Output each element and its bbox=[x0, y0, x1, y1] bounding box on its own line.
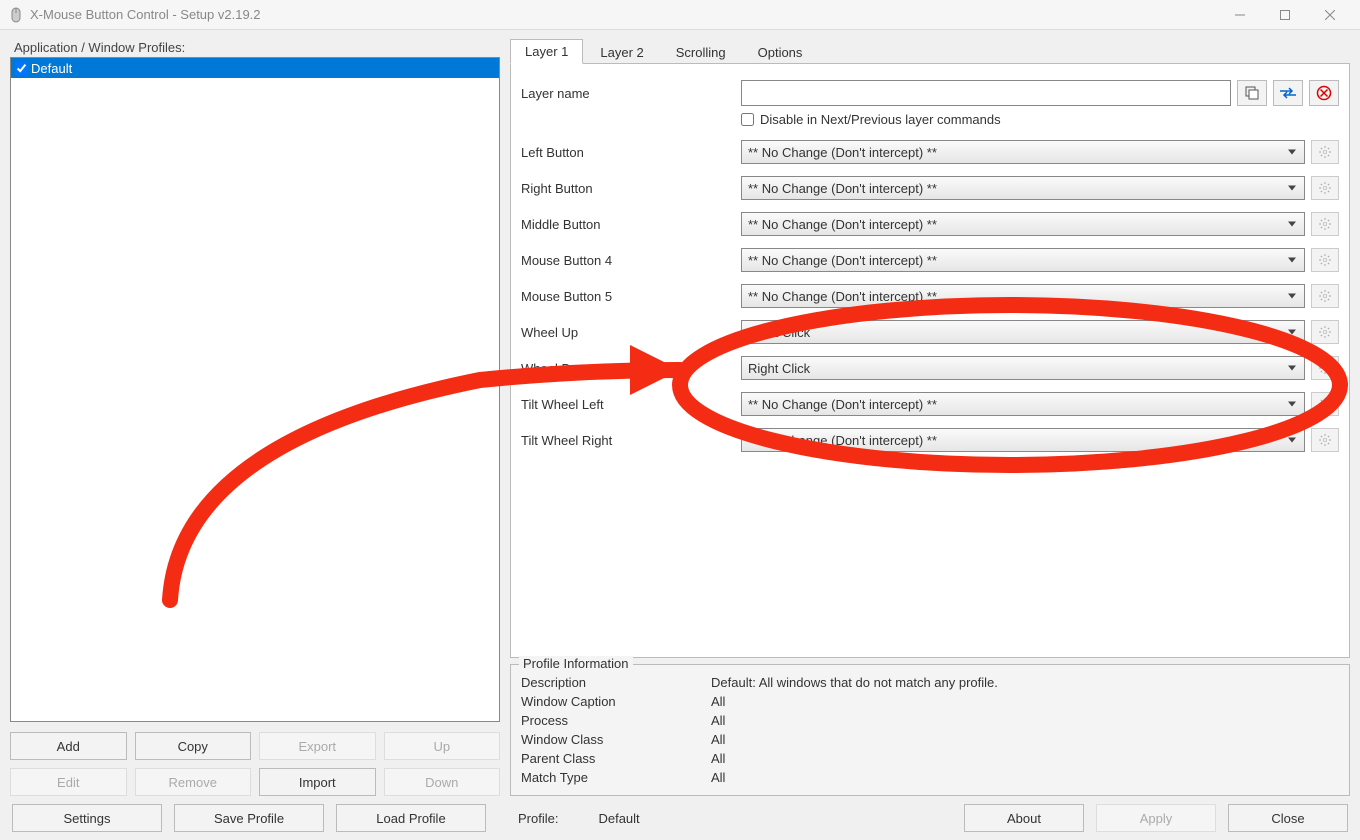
right-button-combo[interactable]: ** No Change (Don't intercept) ** bbox=[741, 176, 1305, 200]
pi-description-value: Default: All windows that do not match a… bbox=[711, 675, 1339, 690]
mb5-label: Mouse Button 5 bbox=[521, 289, 741, 304]
window-title: X-Mouse Button Control - Setup v2.19.2 bbox=[30, 7, 1217, 22]
profile-info-group: Profile Information DescriptionDefault: … bbox=[510, 664, 1350, 796]
swap-layer-button[interactable] bbox=[1273, 80, 1303, 106]
layer-name-input[interactable] bbox=[741, 80, 1231, 106]
left-button-label: Left Button bbox=[521, 145, 741, 160]
middle-button-gear[interactable] bbox=[1311, 212, 1339, 236]
middle-button-combo[interactable]: ** No Change (Don't intercept) ** bbox=[741, 212, 1305, 236]
up-button: Up bbox=[384, 732, 501, 760]
settings-button[interactable]: Settings bbox=[12, 804, 162, 832]
profile-item-label: Default bbox=[31, 61, 72, 76]
mb4-gear[interactable] bbox=[1311, 248, 1339, 272]
tilt-right-combo[interactable]: ** No Change (Don't intercept) ** bbox=[741, 428, 1305, 452]
mb4-combo[interactable]: ** No Change (Don't intercept) ** bbox=[741, 248, 1305, 272]
tabs-strip: Layer 1 Layer 2 Scrolling Options bbox=[510, 36, 1350, 64]
tilt-right-label: Tilt Wheel Right bbox=[521, 433, 741, 448]
pi-parent-value: All bbox=[711, 751, 1339, 766]
tilt-left-gear[interactable] bbox=[1311, 392, 1339, 416]
profiles-list[interactable]: Default bbox=[10, 57, 500, 722]
profile-item-checkbox[interactable] bbox=[15, 62, 28, 75]
right-button-label: Right Button bbox=[521, 181, 741, 196]
pi-caption-label: Window Caption bbox=[521, 694, 711, 709]
remove-button: Remove bbox=[135, 768, 252, 796]
profile-item-default[interactable]: Default bbox=[11, 58, 499, 78]
profile-info-title: Profile Information bbox=[519, 656, 633, 671]
disable-next-prev-checkbox[interactable] bbox=[741, 113, 754, 126]
export-button: Export bbox=[259, 732, 376, 760]
pi-class-value: All bbox=[711, 732, 1339, 747]
middle-button-label: Middle Button bbox=[521, 217, 741, 232]
title-bar: X-Mouse Button Control - Setup v2.19.2 bbox=[0, 0, 1360, 30]
tab-scrolling[interactable]: Scrolling bbox=[661, 40, 741, 64]
import-button[interactable]: Import bbox=[259, 768, 376, 796]
about-button[interactable]: About bbox=[964, 804, 1084, 832]
pi-process-label: Process bbox=[521, 713, 711, 728]
pi-description-label: Description bbox=[521, 675, 711, 690]
maximize-button[interactable] bbox=[1262, 0, 1307, 30]
load-profile-button[interactable]: Load Profile bbox=[336, 804, 486, 832]
disable-next-prev-label: Disable in Next/Previous layer commands bbox=[760, 112, 1001, 127]
copy-layer-button[interactable] bbox=[1237, 80, 1267, 106]
pi-process-value: All bbox=[711, 713, 1339, 728]
reset-layer-button[interactable] bbox=[1309, 80, 1339, 106]
pi-match-label: Match Type bbox=[521, 770, 711, 785]
bottom-bar: Settings Save Profile Load Profile Profi… bbox=[10, 796, 1350, 834]
mb4-label: Mouse Button 4 bbox=[521, 253, 741, 268]
wheel-up-label: Wheel Up bbox=[521, 325, 741, 340]
wheel-up-gear[interactable] bbox=[1311, 320, 1339, 344]
profiles-label: Application / Window Profiles: bbox=[10, 36, 500, 57]
pi-class-label: Window Class bbox=[521, 732, 711, 747]
tab-options[interactable]: Options bbox=[743, 40, 818, 64]
tilt-left-combo[interactable]: ** No Change (Don't intercept) ** bbox=[741, 392, 1305, 416]
tab-layer1[interactable]: Layer 1 bbox=[510, 39, 583, 64]
add-button[interactable]: Add bbox=[10, 732, 127, 760]
profile-label: Profile: bbox=[518, 811, 558, 826]
down-button: Down bbox=[384, 768, 501, 796]
mb5-combo[interactable]: ** No Change (Don't intercept) ** bbox=[741, 284, 1305, 308]
pi-match-value: All bbox=[711, 770, 1339, 785]
pi-parent-label: Parent Class bbox=[521, 751, 711, 766]
close-window-button[interactable] bbox=[1307, 0, 1352, 30]
right-button-gear[interactable] bbox=[1311, 176, 1339, 200]
profile-value: Default bbox=[598, 811, 639, 826]
layer-name-label: Layer name bbox=[521, 86, 741, 101]
mb5-gear[interactable] bbox=[1311, 284, 1339, 308]
wheel-up-combo[interactable]: Right Click bbox=[741, 320, 1305, 344]
app-icon bbox=[8, 7, 24, 23]
apply-button: Apply bbox=[1096, 804, 1216, 832]
copy-button[interactable]: Copy bbox=[135, 732, 252, 760]
tilt-left-label: Tilt Wheel Left bbox=[521, 397, 741, 412]
edit-button: Edit bbox=[10, 768, 127, 796]
pi-caption-value: All bbox=[711, 694, 1339, 709]
wheel-down-gear[interactable] bbox=[1311, 356, 1339, 380]
left-button-gear[interactable] bbox=[1311, 140, 1339, 164]
wheel-down-combo[interactable]: Right Click bbox=[741, 356, 1305, 380]
close-button[interactable]: Close bbox=[1228, 804, 1348, 832]
layer-panel: Layer 1 Layer 2 Scrolling Options Layer … bbox=[510, 36, 1350, 796]
minimize-button[interactable] bbox=[1217, 0, 1262, 30]
save-profile-button[interactable]: Save Profile bbox=[174, 804, 324, 832]
wheel-down-label: Wheel Down bbox=[521, 361, 741, 376]
profiles-panel: Application / Window Profiles: Default A… bbox=[10, 36, 500, 796]
left-button-combo[interactable]: ** No Change (Don't intercept) ** bbox=[741, 140, 1305, 164]
tab-layer2[interactable]: Layer 2 bbox=[585, 40, 658, 64]
tilt-right-gear[interactable] bbox=[1311, 428, 1339, 452]
